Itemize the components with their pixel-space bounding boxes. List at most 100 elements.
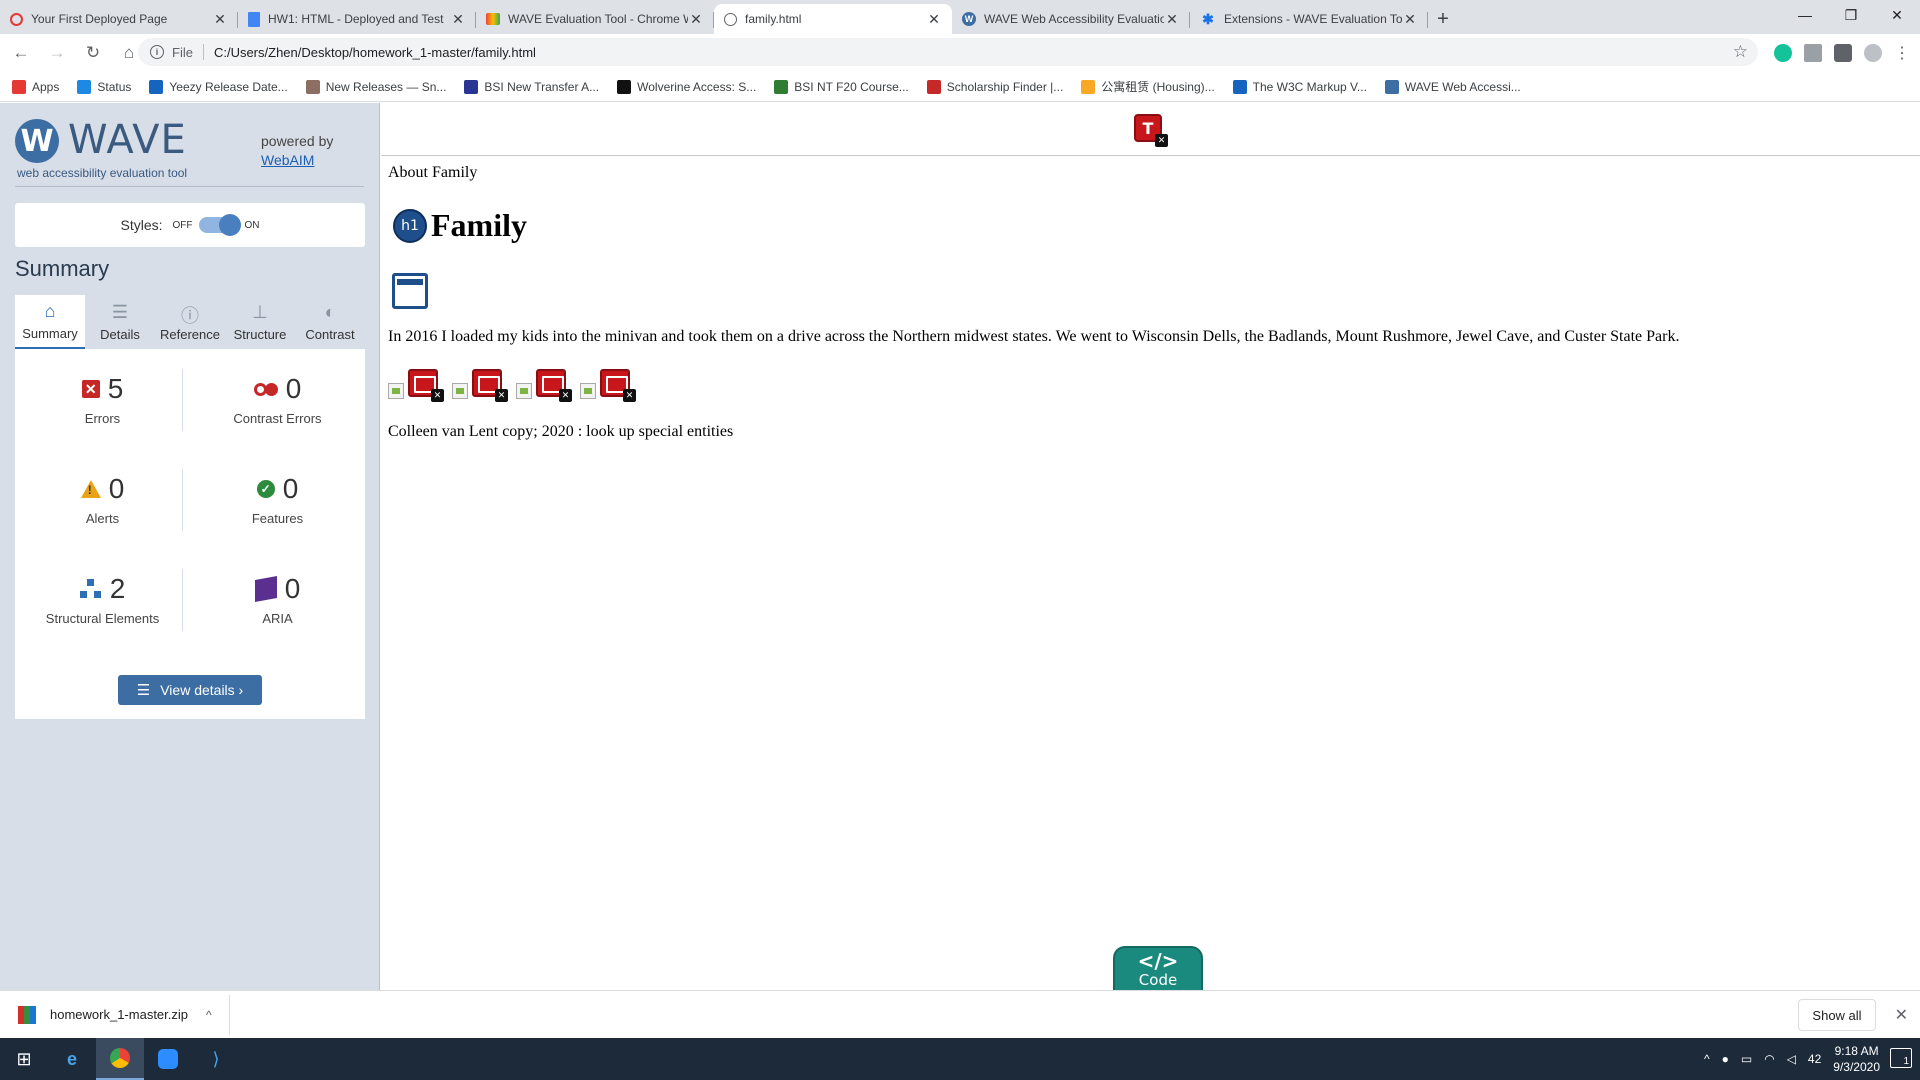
browser-tab[interactable]: WAVE Evaluation Tool - Chrome W ✕	[476, 4, 714, 34]
bookmark-favicon-icon	[305, 79, 320, 94]
new-tab-button[interactable]: +	[1428, 4, 1458, 34]
battery-icon[interactable]: ▭	[1741, 1052, 1752, 1066]
clock[interactable]: 9:18 AM 9/3/2020	[1833, 1043, 1880, 1075]
bookmark-item[interactable]: Apps	[12, 79, 59, 94]
vscode-icon[interactable]: ⟩	[192, 1038, 240, 1080]
webaim-link[interactable]: WebAIM	[261, 151, 333, 170]
notification-center-icon[interactable]: 1	[1890, 1048, 1912, 1068]
chrome-webstore-icon	[486, 13, 500, 25]
stat-structural-elements[interactable]: 2 Structural Elements	[15, 561, 190, 661]
styles-toggle-panel: Styles: OFF ON	[15, 203, 365, 247]
close-tab-icon[interactable]: ✕	[1164, 11, 1180, 28]
loading-ring-icon	[10, 12, 23, 26]
bookmark-item[interactable]: Wolverine Access: S...	[617, 79, 756, 94]
wave-sidebar: W WAVE web accessibility evaluation tool…	[0, 103, 380, 990]
missing-alt-error-icon[interactable]: ✕	[536, 369, 572, 402]
back-icon[interactable]: ←	[6, 38, 36, 68]
code-toggle-button[interactable]: </> Code	[1113, 946, 1203, 990]
stat-aria[interactable]: 0 ARIA	[190, 561, 365, 661]
microphone-icon[interactable]: ●	[1722, 1052, 1729, 1066]
download-shelf: homework_1-master.zip ^ Show all ✕	[0, 990, 1920, 1038]
styles-toggle[interactable]	[198, 214, 241, 236]
tab-contrast[interactable]: ◐ Contrast	[295, 295, 365, 349]
broken-image-icon	[516, 383, 532, 399]
close-tab-icon[interactable]: ✕	[1402, 11, 1418, 28]
browser-tab[interactable]: HW1: HTML - Deployed and Test ✕	[238, 4, 476, 34]
close-tab-icon[interactable]: ✕	[688, 11, 704, 28]
wave-tabs: ⌂ Summary ☰ Details ⓘ Reference ⊥ Struct…	[15, 295, 365, 349]
browser-tab-active[interactable]: family.html ✕	[714, 4, 952, 34]
h1-marker-icon[interactable]: h1	[393, 208, 427, 243]
chevron-up-icon[interactable]: ^	[1704, 1052, 1710, 1066]
url-text[interactable]: C:/Users/Zhen/Desktop/homework_1-master/…	[214, 45, 536, 60]
bookmark-item[interactable]: Scholarship Finder |...	[926, 79, 1063, 94]
grammarly-icon[interactable]	[1774, 44, 1792, 62]
sitemap-icon: ⊥	[252, 302, 268, 322]
bookmark-item[interactable]: New Releases — Sn...	[305, 79, 447, 94]
window-controls: — ❐ ✕	[1782, 0, 1920, 30]
bookmark-label: New Releases — Sn...	[325, 79, 447, 94]
reload-icon[interactable]: ↻	[78, 38, 108, 68]
stat-features[interactable]: ✓ 0 Features	[190, 461, 365, 561]
missing-alt-error-icon[interactable]: ✕	[472, 369, 508, 402]
stat-value: 0	[108, 473, 125, 504]
stat-errors[interactable]: ✕ 5 Errors	[15, 361, 190, 461]
close-icon[interactable]: ✕	[1895, 1005, 1908, 1025]
tab-details[interactable]: ☰ Details	[85, 295, 155, 349]
structure-icon	[79, 579, 102, 599]
styles-off-label: OFF	[172, 219, 193, 231]
address-bar[interactable]: i File C:/Users/Zhen/Desktop/homework_1-…	[138, 38, 1758, 66]
bookmark-item[interactable]: WAVE Web Accessi...	[1384, 79, 1521, 94]
restore-icon[interactable]: ❐	[1828, 0, 1874, 30]
bookmark-item[interactable]: 公寓租赁 (Housing)...	[1081, 78, 1215, 95]
bookmark-item[interactable]: The W3C Markup V...	[1232, 79, 1367, 94]
stat-value: 0	[282, 473, 299, 504]
close-window-icon[interactable]: ✕	[1874, 0, 1920, 30]
close-tab-icon[interactable]: ✕	[926, 11, 942, 28]
bookmark-favicon-icon	[1081, 79, 1096, 94]
view-details-button[interactable]: ☰ View details ›	[118, 675, 262, 705]
stat-label: Contrast Errors	[233, 411, 322, 426]
tab-structure[interactable]: ⊥ Structure	[225, 295, 295, 349]
minimize-icon[interactable]: —	[1782, 0, 1828, 30]
zoom-icon[interactable]	[144, 1038, 192, 1080]
chevron-up-icon[interactable]: ^	[206, 1008, 212, 1022]
wifi-icon[interactable]: ◠	[1764, 1052, 1774, 1066]
close-tab-icon[interactable]: ✕	[450, 11, 466, 28]
stat-contrast-errors[interactable]: 0 Contrast Errors	[190, 361, 365, 461]
profile-avatar-icon[interactable]	[1864, 44, 1882, 62]
windows-taskbar: ⊞ e ⟩ ^ ● ▭ ◠ ◁ 42 9:18 AM 9/3/2020 1	[0, 1038, 1920, 1080]
forward-icon[interactable]: →	[42, 38, 72, 68]
bookmark-item[interactable]: BSI New Transfer A...	[464, 79, 599, 94]
stat-value: 0	[285, 373, 302, 404]
edge-icon[interactable]: e	[48, 1038, 96, 1080]
missing-alt-error-icon[interactable]: ✕	[408, 369, 444, 402]
chrome-icon[interactable]	[96, 1038, 144, 1080]
browser-tab[interactable]: ✱ Extensions - WAVE Evaluation To ✕	[1190, 4, 1428, 34]
menu-icon[interactable]: ⋮	[1894, 43, 1910, 63]
stat-alerts[interactable]: 0 Alerts	[15, 461, 190, 561]
bookmark-favicon-icon	[149, 79, 164, 94]
landmark-icon[interactable]	[392, 273, 428, 309]
bookmark-item[interactable]: Yeezy Release Date...	[149, 79, 288, 94]
bookmark-item[interactable]: Status	[77, 79, 132, 94]
info-icon: ⓘ	[181, 306, 199, 326]
browser-tab[interactable]: Your First Deployed Page ✕	[0, 4, 238, 34]
bookmark-label: Status	[97, 79, 132, 94]
extension-icon[interactable]	[1804, 44, 1822, 62]
windows-start-icon[interactable]: ⊞	[0, 1038, 48, 1080]
missing-alt-error-icon[interactable]: ✕	[600, 369, 636, 402]
info-icon[interactable]: i	[150, 45, 164, 59]
tab-reference[interactable]: ⓘ Reference	[155, 295, 225, 349]
show-all-button[interactable]: Show all	[1798, 999, 1876, 1031]
tab-summary[interactable]: ⌂ Summary	[15, 295, 85, 349]
bookmark-star-icon[interactable]: ☆	[1733, 42, 1748, 62]
tab-title: Extensions - WAVE Evaluation To	[1224, 12, 1402, 26]
bookmark-item[interactable]: BSI NT F20 Course...	[774, 79, 909, 94]
volume-icon[interactable]: ◁	[1787, 1052, 1796, 1066]
close-tab-icon[interactable]: ✕	[212, 11, 228, 28]
puzzle-icon[interactable]	[1834, 44, 1852, 62]
download-item[interactable]: homework_1-master.zip ^	[0, 994, 230, 1035]
browser-tab[interactable]: W WAVE Web Accessibility Evaluatio ✕	[952, 4, 1190, 34]
title-error-icon[interactable]: T ✕	[1134, 114, 1168, 147]
